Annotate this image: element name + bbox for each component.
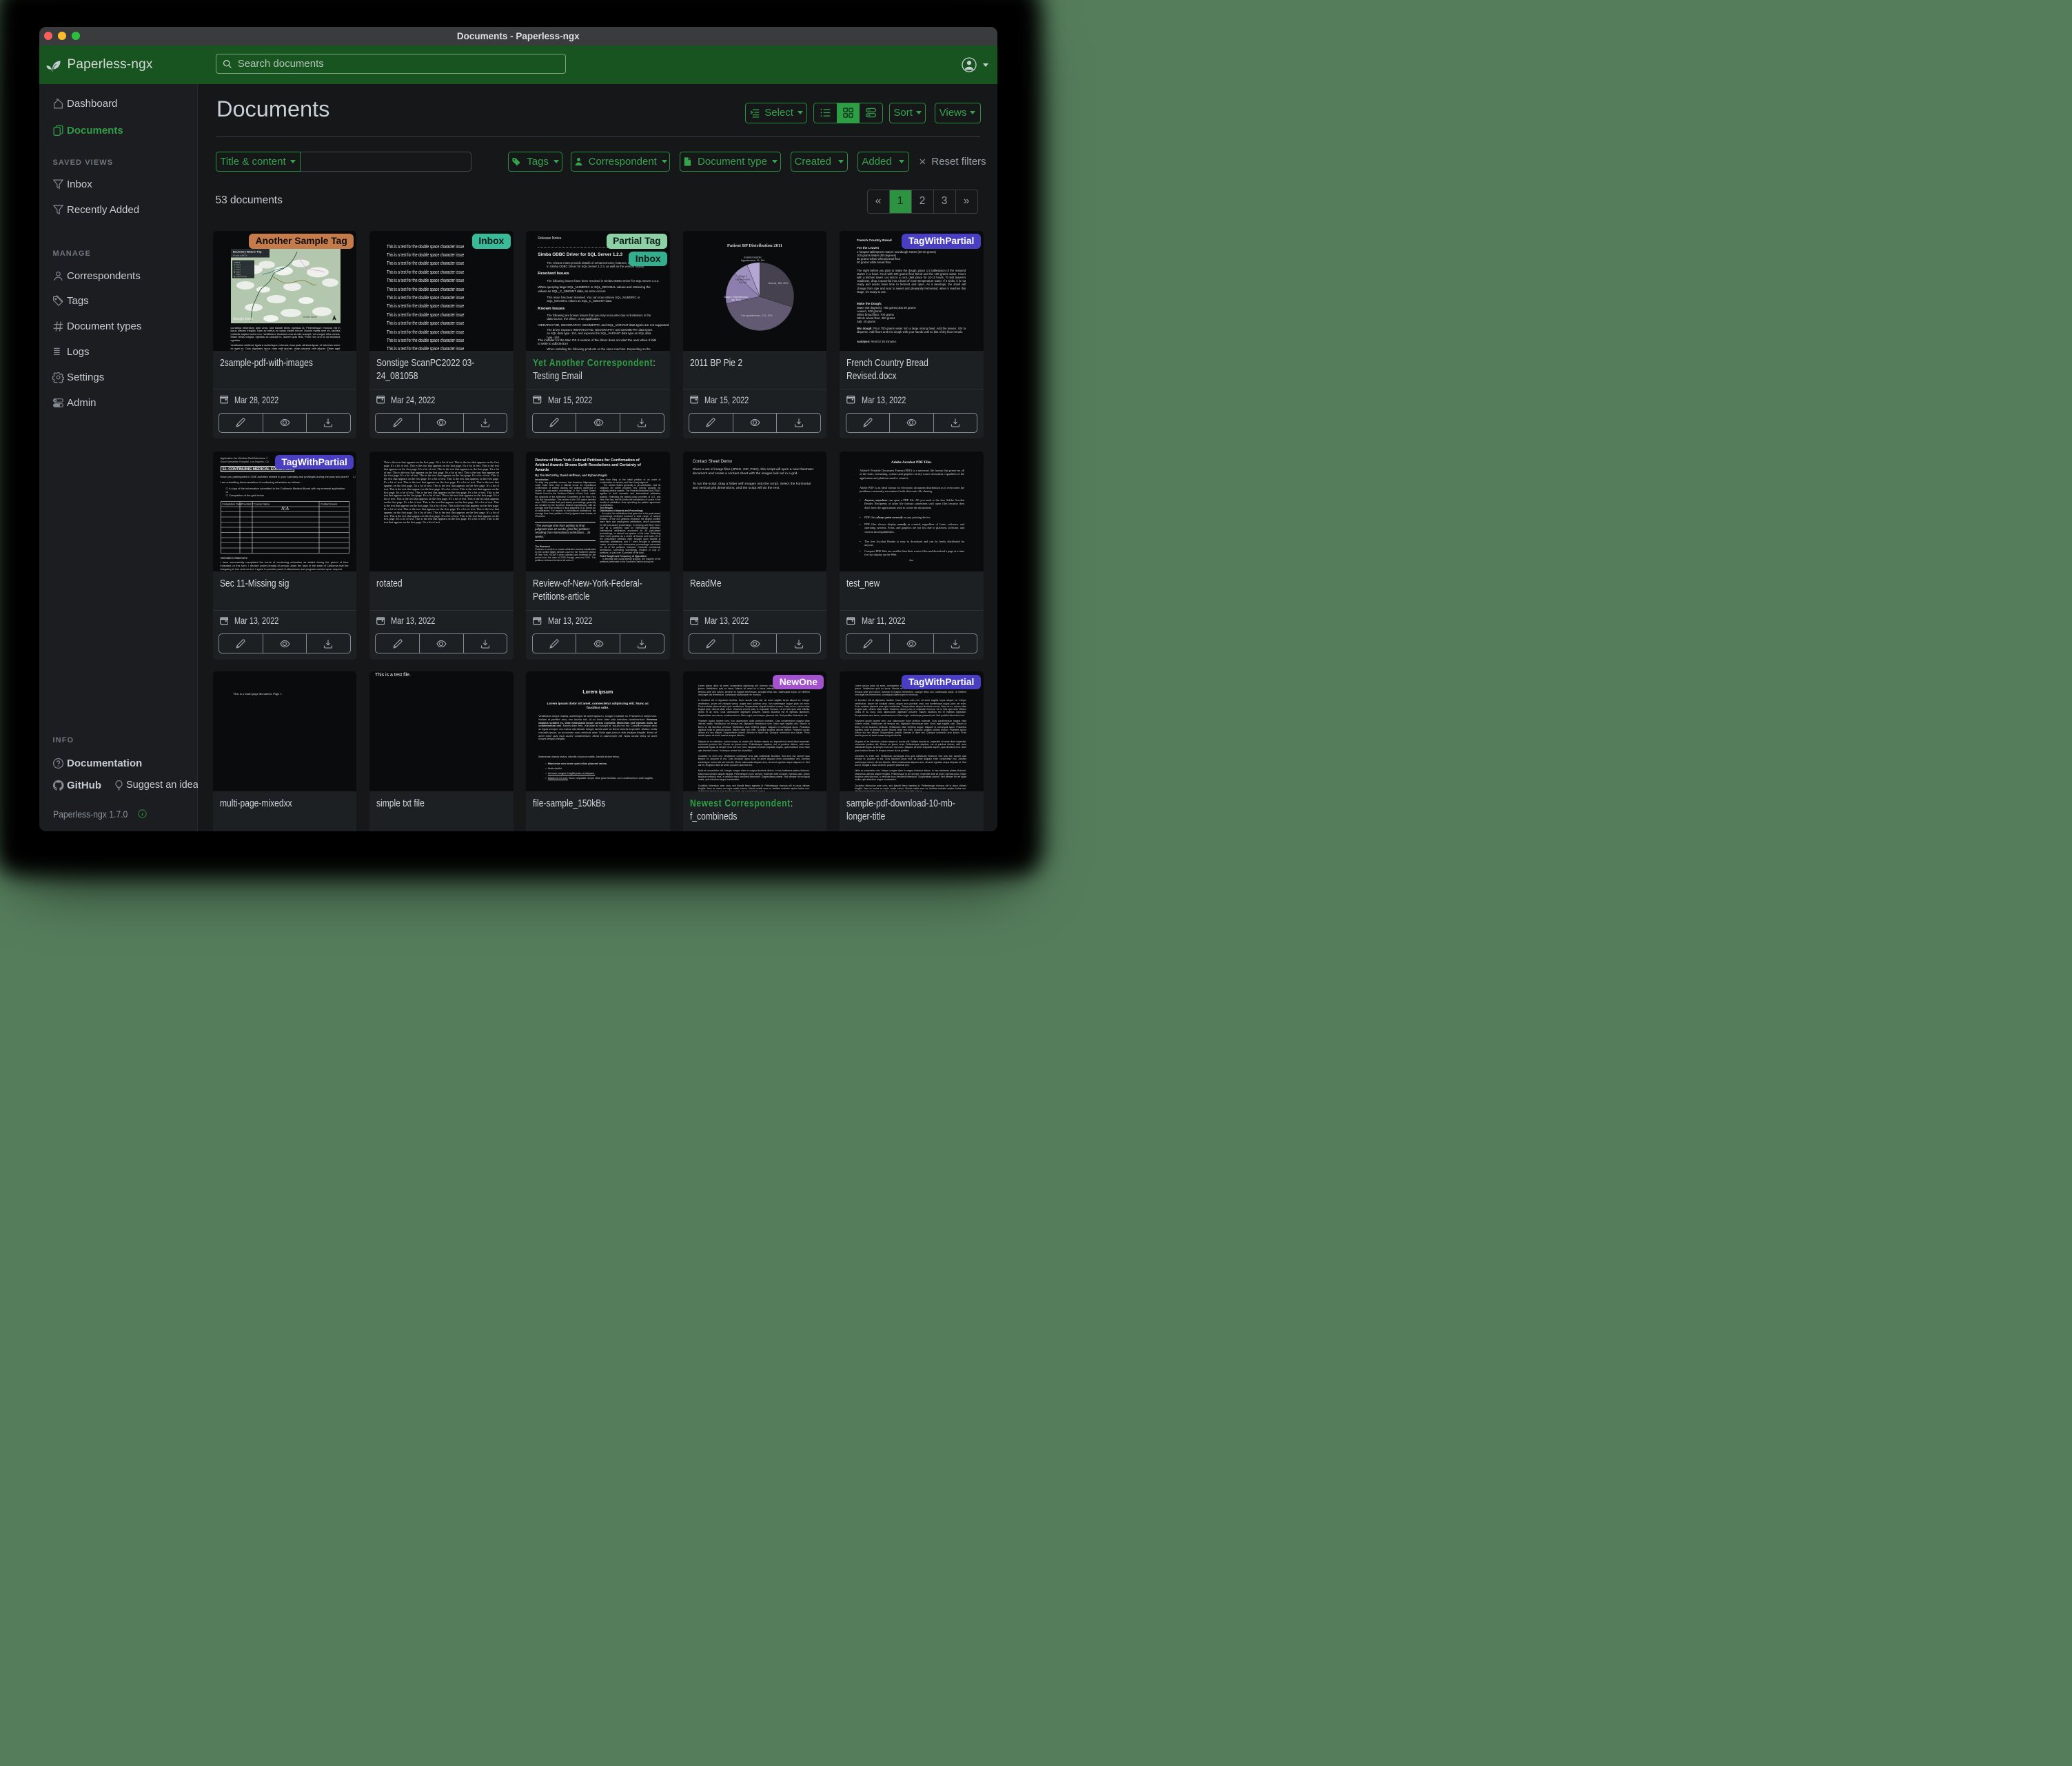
svg-text:Patient BP Distribution 2011: Patient BP Distribution 2011: [727, 243, 782, 248]
svg-text:N|A: N|A: [281, 506, 290, 511]
svg-text:65, 13%: 65, 13%: [731, 298, 741, 301]
svg-text:44, 9%: 44, 9%: [739, 281, 747, 284]
svg-text:Completion Date: Completion Date: [222, 503, 241, 506]
svg-text:Hypertension, 31, 6%: Hypertension, 31, 6%: [741, 259, 765, 262]
svg-text:Day6 PortOld: Day6 PortOld: [236, 276, 247, 278]
svg-text:Provider #: Provider #: [241, 503, 254, 506]
svg-text:Pre-hypertension., 212, 42%: Pre-hypertension., 212, 42%: [741, 314, 773, 316]
svg-text:Normal, 150, 30%: Normal, 150, 30%: [768, 282, 788, 285]
svg-text:Course Name: Course Name: [254, 503, 270, 506]
svg-text:for days in BWCA: for days in BWCA: [233, 254, 247, 257]
svg-text:Contact Hours: Contact Hours: [321, 503, 337, 506]
svg-text:Isolated Systolic: Isolated Systolic: [744, 256, 762, 258]
svg-text:Stage 1 Hypertension,: Stage 1 Hypertension,: [724, 295, 748, 298]
svg-text:Legend: Legend: [234, 261, 241, 264]
svg-text:Hypertension,: Hypertension,: [735, 278, 751, 281]
svg-text:Charles Island: Charles Island: [303, 316, 317, 318]
svg-text:Stage 2: Stage 2: [739, 275, 747, 278]
svg-text:Boundary Waters Trip: Boundary Waters Trip: [233, 250, 262, 254]
svg-text:Google Earth: Google Earth: [233, 317, 254, 321]
